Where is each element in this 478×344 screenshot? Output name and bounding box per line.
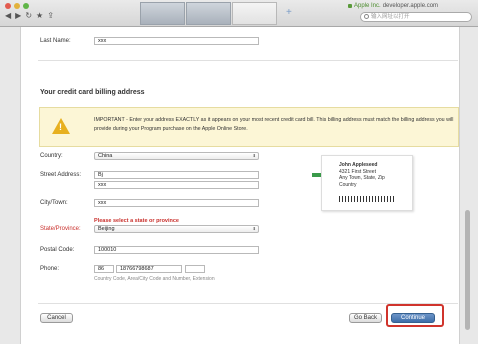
select-arrows-icon: ⬍ <box>252 226 256 231</box>
warning-triangle-icon: ! <box>52 118 70 134</box>
city-input[interactable]: xxx <box>94 199 259 207</box>
postal-input[interactable]: 100010 <box>94 246 259 254</box>
close-window-button[interactable] <box>5 3 11 9</box>
lock-icon <box>348 4 352 8</box>
site-identity: Apple Inc. developer.apple.com <box>348 3 438 9</box>
warning-box: ! IMPORTANT - Enter your address EXACTLY… <box>39 107 459 147</box>
phone-label: Phone: <box>40 266 60 272</box>
country-select[interactable]: China ⬍ <box>94 152 259 160</box>
sample-line3: Country <box>339 181 357 188</box>
browser-toolbar: ◀ ▶ ↻ ★ ⇪ + Apple Inc. developer.apple.c… <box>0 0 478 27</box>
warning-text: IMPORTANT - Enter your address EXACTLY a… <box>94 117 454 132</box>
tab-thumbnails <box>140 0 280 27</box>
search-placeholder: 输入网址以打开 <box>371 14 410 20</box>
cancel-button[interactable]: Cancel <box>40 313 73 323</box>
state-error-message: Please select a state or province <box>94 218 179 224</box>
back-arrow-icon[interactable]: ◀ <box>5 11 11 20</box>
address-search-input[interactable]: 输入网址以打开 <box>360 12 472 22</box>
street-label: Street Address: <box>40 172 82 178</box>
street-line1-input[interactable]: Bj <box>94 171 259 179</box>
street-line2-input[interactable]: xxx <box>94 181 259 189</box>
continue-highlight-box <box>386 304 444 327</box>
city-label: City/Town: <box>40 200 68 206</box>
bookmark-star-icon[interactable]: ★ <box>36 11 43 20</box>
last-name-input[interactable]: xxx <box>94 37 259 45</box>
phone-hint: Country Code, Area/City Code and Number,… <box>94 276 215 282</box>
phone-extension-input[interactable] <box>185 265 205 273</box>
site-domain: developer.apple.com <box>382 3 439 9</box>
phone-country-code-input[interactable]: 86 <box>94 265 114 273</box>
site-name: Apple Inc. <box>354 3 381 9</box>
scrollbar-thumb[interactable] <box>465 210 470 330</box>
tab-thumbnail[interactable] <box>186 2 231 25</box>
country-value: China <box>98 153 113 159</box>
sample-address-card: John Appleseed 4321 First Street Any Tow… <box>321 155 413 211</box>
postal-label: Postal Code: <box>40 247 75 253</box>
phone-number-input[interactable]: 18766798687 <box>116 265 182 273</box>
barcode-graphic <box>339 196 394 202</box>
page-scrollbar[interactable] <box>464 30 472 344</box>
country-label: Country: <box>40 153 63 159</box>
page-content: Last Name: xxx Your credit card billing … <box>20 27 460 344</box>
select-arrows-icon: ⬍ <box>252 153 256 158</box>
zoom-window-button[interactable] <box>23 3 29 9</box>
new-tab-plus-icon[interactable]: + <box>286 7 292 18</box>
section-divider <box>38 60 458 61</box>
state-select[interactable]: Beijing ⬍ <box>94 225 259 233</box>
state-label: State/Province: <box>40 226 81 232</box>
tab-thumbnail[interactable] <box>140 2 185 25</box>
last-name-label: Last Name: <box>40 38 71 44</box>
search-icon <box>364 14 369 19</box>
share-icon[interactable]: ⇪ <box>47 11 54 20</box>
state-value: Beijing <box>98 226 115 232</box>
minimize-window-button[interactable] <box>14 3 20 9</box>
forward-arrow-icon[interactable]: ▶ <box>15 11 21 20</box>
billing-section-title: Your credit card billing address <box>40 89 145 96</box>
go-back-button[interactable]: Go Back <box>349 313 382 323</box>
reload-icon[interactable]: ↻ <box>25 11 32 20</box>
tab-thumbnail-active[interactable] <box>232 2 277 25</box>
